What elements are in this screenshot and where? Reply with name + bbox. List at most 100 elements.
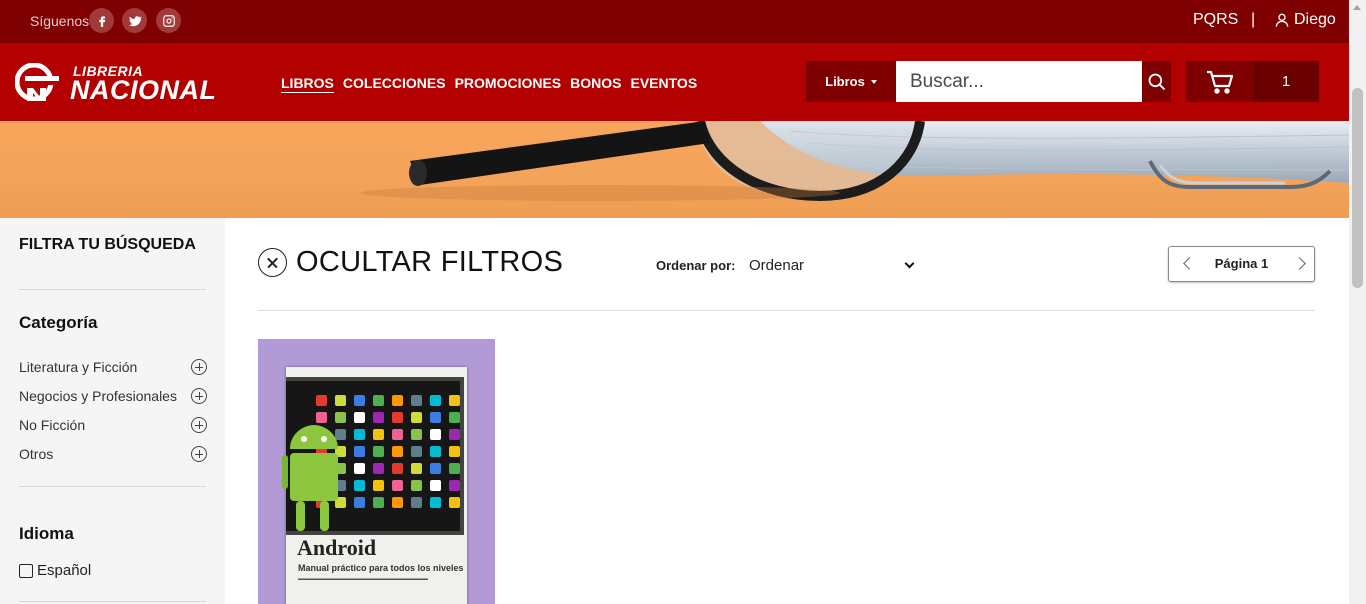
- tablet-illustration: [282, 377, 464, 535]
- app-tile-icon: [449, 480, 460, 491]
- close-circle-icon: [258, 248, 287, 277]
- instagram-icon[interactable]: [156, 8, 181, 33]
- nav-libros[interactable]: LIBROS: [281, 75, 334, 91]
- android-robot-icon: [282, 425, 338, 531]
- app-tile-icon: [430, 395, 441, 406]
- cover-tagline-decoration: ▬▬▬▬▬▬▬▬▬▬▬▬▬▬▬▬▬▬▬▬▬▬▬▬▬▬: [298, 576, 428, 582]
- banner-image: [360, 121, 1349, 202]
- app-tile-icon: [449, 446, 460, 457]
- app-tile-icon: [430, 429, 441, 440]
- cart-button[interactable]: 1: [1186, 61, 1319, 102]
- top-bar: Síguenos PQRS | Diego: [0, 0, 1349, 43]
- app-tile-icon: [411, 412, 422, 423]
- app-tile-icon: [392, 446, 403, 457]
- app-tile-icon: [411, 497, 422, 508]
- nav-colecciones[interactable]: COLECCIONES: [343, 75, 446, 91]
- app-tile-icon: [392, 497, 403, 508]
- app-tile-icon: [335, 395, 346, 406]
- scrollbar-thumb[interactable]: [1352, 88, 1363, 288]
- logo-text-bottom: NACIONAL: [70, 75, 217, 105]
- category-label: Otros: [19, 446, 54, 462]
- app-tile-icon: [373, 480, 384, 491]
- app-tile-icon: [449, 497, 460, 508]
- divider: [19, 486, 206, 487]
- search-input[interactable]: [896, 61, 1142, 102]
- divider: [258, 310, 1315, 311]
- cart-count: 1: [1253, 61, 1319, 102]
- category-heading: Categoría: [19, 313, 98, 332]
- app-tile-icon: [411, 429, 422, 440]
- search-button[interactable]: [1142, 61, 1171, 102]
- hide-filters-label: OCULTAR FILTROS: [296, 246, 564, 278]
- language-heading: Idioma: [19, 524, 74, 543]
- hide-filters-button[interactable]: OCULTAR FILTROS: [258, 246, 563, 279]
- category-label: Negocios y Profesionales: [19, 388, 177, 404]
- nav-bonos[interactable]: BONOS: [570, 75, 621, 91]
- follow-us-label: Síguenos: [30, 13, 90, 29]
- app-tile-icon: [373, 412, 384, 423]
- sort-value: Ordenar: [749, 256, 805, 274]
- logo-mark-icon: [15, 63, 59, 101]
- product-card[interactable]: Android Manual práctico para todos los n…: [258, 339, 495, 604]
- user-icon: [1275, 13, 1289, 27]
- main-nav: LIBROS COLECCIONES PROMOCIONES BONOS EVE…: [281, 75, 706, 91]
- nav-promociones[interactable]: PROMOCIONES: [455, 75, 562, 91]
- sort-select[interactable]: Ordenar: [749, 255, 917, 275]
- app-tile-icon: [392, 480, 403, 491]
- divider: [19, 601, 206, 602]
- plus-circle-icon[interactable]: [191, 388, 207, 404]
- main-header: LIBRERIA NACIONAL LIBROS COLECCIONES PRO…: [0, 43, 1349, 121]
- app-tile-icon: [449, 463, 460, 474]
- category-label: Literatura y Ficción: [19, 359, 138, 375]
- plus-circle-icon[interactable]: [191, 359, 207, 375]
- category-label: No Ficción: [19, 417, 86, 433]
- twitter-icon[interactable]: [122, 8, 147, 33]
- page-scrollbar[interactable]: [1349, 0, 1366, 604]
- nav-eventos[interactable]: EVENTOS: [631, 75, 698, 91]
- app-tile-icon: [430, 412, 441, 423]
- app-tile-icon: [354, 463, 365, 474]
- app-tile-icon: [354, 412, 365, 423]
- user-account-link[interactable]: Diego: [1274, 11, 1336, 29]
- app-tile-icon: [392, 395, 403, 406]
- app-tile-icon: [392, 429, 403, 440]
- category-item-otros[interactable]: Otros: [19, 444, 207, 464]
- app-tile-icon: [354, 429, 365, 440]
- app-tile-icon: [354, 497, 365, 508]
- search-category-label: Libros: [825, 74, 865, 89]
- separator: |: [1251, 11, 1256, 28]
- cart-icon: [1207, 70, 1234, 94]
- chevron-down-icon: [904, 258, 915, 268]
- category-item-no-ficcion[interactable]: No Ficción: [19, 415, 207, 435]
- language-option-espanol[interactable]: Español: [19, 562, 91, 579]
- language-checkbox[interactable]: [19, 563, 33, 578]
- search-category-dropdown[interactable]: Libros: [806, 61, 896, 102]
- facebook-icon[interactable]: [89, 8, 114, 33]
- plus-circle-icon[interactable]: [191, 417, 207, 433]
- app-tile-icon: [411, 446, 422, 457]
- app-tile-icon: [392, 412, 403, 423]
- logo[interactable]: LIBRERIA NACIONAL: [15, 61, 220, 105]
- plus-circle-icon[interactable]: [191, 446, 207, 462]
- app-tile-icon: [373, 395, 384, 406]
- caret-down-icon: [870, 79, 877, 84]
- app-tile-icon: [449, 412, 460, 423]
- pqrs-link[interactable]: PQRS: [1193, 11, 1238, 29]
- app-tile-icon: [316, 395, 327, 406]
- app-tile-icon: [354, 480, 365, 491]
- divider: [19, 289, 206, 290]
- sort-label: Ordenar por:: [656, 258, 736, 273]
- category-item-negocios[interactable]: Negocios y Profesionales: [19, 386, 207, 406]
- app-tile-icon: [373, 446, 384, 457]
- app-tile-icon: [430, 446, 441, 457]
- app-tile-icon: [449, 429, 460, 440]
- search-icon: [1148, 73, 1165, 90]
- user-name: Diego: [1294, 11, 1336, 28]
- app-tile-icon: [354, 395, 365, 406]
- filter-title: FILTRA TU BÚSQUEDA: [19, 236, 196, 253]
- category-item-literatura[interactable]: Literatura y Ficción: [19, 357, 207, 377]
- cover-title: Android: [297, 535, 377, 560]
- app-tile-icon: [430, 463, 441, 474]
- book-cover-image[interactable]: Android Manual práctico para todos los n…: [282, 367, 467, 604]
- scroll-up-arrow-icon[interactable]: [1353, 5, 1361, 10]
